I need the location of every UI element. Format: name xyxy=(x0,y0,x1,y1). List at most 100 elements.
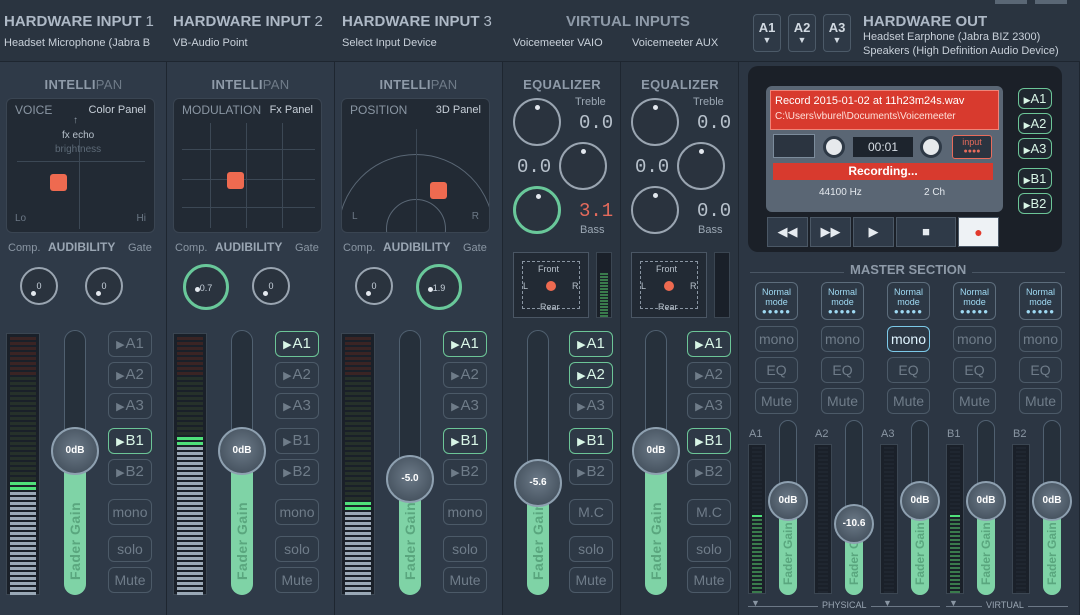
gate-knob[interactable]: 1.9 xyxy=(416,264,462,310)
bus-b2-button[interactable]: ▶B2 xyxy=(275,459,319,485)
bus-b1-button[interactable]: ▶B1 xyxy=(687,428,731,454)
pad-cursor[interactable] xyxy=(430,182,447,199)
mc-button[interactable]: M.C xyxy=(687,499,731,525)
speaker-cursor[interactable] xyxy=(546,281,556,291)
pad-panel-button[interactable]: 3D Panel xyxy=(436,104,481,116)
recorder-bus-a2-button[interactable]: ▶A2 xyxy=(1018,113,1052,134)
bus-a3-button[interactable]: ▶A3 xyxy=(443,393,487,419)
master-mono-button[interactable]: mono xyxy=(755,326,798,352)
bus-a2-button[interactable]: ▶A2 xyxy=(443,362,487,388)
rewind-button[interactable]: ◀◀ xyxy=(767,217,808,247)
bus-a3-button[interactable]: ▶A3 xyxy=(275,393,319,419)
hw-input-1-title[interactable]: HARDWARE INPUT 1 xyxy=(4,13,154,30)
play-button[interactable]: ▶ xyxy=(853,217,894,247)
hw-input-2-title[interactable]: HARDWARE INPUT 2 xyxy=(173,13,323,30)
bus-b2-button[interactable]: ▶B2 xyxy=(687,459,731,485)
speaker-cursor[interactable] xyxy=(664,281,674,291)
master-mono-button[interactable]: mono xyxy=(821,326,864,352)
bus-a1-button[interactable]: ▶A1 xyxy=(443,331,487,357)
bus-a1-button[interactable]: ▶A1 xyxy=(108,331,152,357)
bus-a3-button[interactable]: ▶A3 xyxy=(687,393,731,419)
fader-knob[interactable]: 0dB xyxy=(51,426,99,475)
master-mute-button[interactable]: Mute xyxy=(887,388,930,414)
hw-input-3-title[interactable]: HARDWARE INPUT 3 xyxy=(342,13,492,30)
recorder-sample-rate[interactable]: 44100 Hz xyxy=(819,187,862,198)
bus-a3-button[interactable]: ▶A3 xyxy=(108,393,152,419)
bus-fader-knob[interactable]: -10.6 xyxy=(834,503,874,544)
bass-knob[interactable] xyxy=(631,186,679,234)
master-eq-button[interactable]: EQ xyxy=(821,357,864,383)
comp-knob[interactable]: 0 xyxy=(20,267,58,305)
solo-button[interactable]: solo xyxy=(108,536,152,562)
bus-a3-button[interactable]: ▶A3 xyxy=(569,393,613,419)
bus-fader-knob[interactable]: 0dB xyxy=(966,480,1006,521)
recorder-bus-b2-button[interactable]: ▶B2 xyxy=(1018,193,1052,214)
gate-knob[interactable]: 0 xyxy=(252,267,290,305)
bus-mode-button[interactable]: Normal mode ●●●●● xyxy=(953,282,996,320)
bus-b2-button[interactable]: ▶B2 xyxy=(443,459,487,485)
bus-mode-button[interactable]: Normal mode ●●●●● xyxy=(887,282,930,320)
mc-button[interactable]: M.C xyxy=(569,499,613,525)
mid-knob[interactable] xyxy=(677,142,725,190)
master-mono-button[interactable]: mono xyxy=(1019,326,1062,352)
pad-cursor[interactable] xyxy=(227,172,244,189)
recorder-bus-a3-button[interactable]: ▶A3 xyxy=(1018,138,1052,159)
speaker-position-panel[interactable]: Front Rear L R xyxy=(513,252,589,318)
record-button[interactable]: ● xyxy=(958,217,999,247)
pad-panel-button[interactable]: Color Panel xyxy=(89,104,146,116)
fader-knob[interactable]: -5.0 xyxy=(386,454,434,503)
speaker-position-panel[interactable]: Front Rear L R xyxy=(631,252,707,318)
bus-a2-button[interactable]: ▶A2 xyxy=(687,362,731,388)
master-eq-button[interactable]: EQ xyxy=(755,357,798,383)
mono-button[interactable]: mono xyxy=(108,499,152,525)
treble-knob[interactable] xyxy=(631,98,679,146)
bus-mode-button[interactable]: Normal mode ●●●●● xyxy=(1019,282,1062,320)
bus-a1-button[interactable]: ▶A1 xyxy=(569,331,613,357)
hw-out-a2-button[interactable]: A2 ▼ xyxy=(788,14,816,52)
mute-button[interactable]: Mute xyxy=(275,567,319,593)
comp-knob[interactable]: 0 xyxy=(355,267,393,305)
pad-cursor[interactable] xyxy=(50,174,67,191)
pad-panel-button[interactable]: Fx Panel xyxy=(270,104,313,116)
stop-button[interactable]: ■ xyxy=(896,217,956,247)
recorder-bus-b1-button[interactable]: ▶B1 xyxy=(1018,168,1052,189)
intellipan-pad[interactable]: MODULATION Fx Panel xyxy=(173,98,322,233)
bus-a2-button[interactable]: ▶A2 xyxy=(275,362,319,388)
fast-forward-button[interactable]: ▶▶ xyxy=(810,217,851,247)
master-mute-button[interactable]: Mute xyxy=(1019,388,1062,414)
bus-b1-button[interactable]: ▶B1 xyxy=(569,428,613,454)
gate-knob[interactable]: 0 xyxy=(85,267,123,305)
bus-mode-button[interactable]: Normal mode ●●●●● xyxy=(755,282,798,320)
solo-button[interactable]: solo xyxy=(687,536,731,562)
hw-input-1-device[interactable]: Headset Microphone (Jabra B xyxy=(4,37,150,49)
bass-knob[interactable] xyxy=(513,186,561,234)
mute-button[interactable]: Mute xyxy=(108,567,152,593)
mute-button[interactable]: Mute xyxy=(443,567,487,593)
bus-a2-button[interactable]: ▶A2 xyxy=(569,362,613,388)
solo-button[interactable]: solo xyxy=(275,536,319,562)
bus-a1-button[interactable]: ▶A1 xyxy=(275,331,319,357)
hw-input-2-device[interactable]: VB-Audio Point xyxy=(173,37,248,49)
master-mono-button[interactable]: mono xyxy=(953,326,996,352)
mute-button[interactable]: Mute xyxy=(569,567,613,593)
recorder-bus-a1-button[interactable]: ▶A1 xyxy=(1018,88,1052,109)
recorder-input-select[interactable]: input ●●●● xyxy=(952,135,992,159)
bus-a1-button[interactable]: ▶A1 xyxy=(687,331,731,357)
bus-b2-button[interactable]: ▶B2 xyxy=(569,459,613,485)
intellipan-pad[interactable]: POSITION 3D Panel L R xyxy=(341,98,490,233)
mono-button[interactable]: mono xyxy=(275,499,319,525)
hw-input-3-device[interactable]: Select Input Device xyxy=(342,37,437,49)
hw-out-a1-button[interactable]: A1 ▼ xyxy=(753,14,781,52)
bus-b1-button[interactable]: ▶B1 xyxy=(275,428,319,454)
master-mono-button[interactable]: mono xyxy=(887,326,930,352)
master-eq-button[interactable]: EQ xyxy=(887,357,930,383)
comp-knob[interactable]: 0.7 xyxy=(183,264,229,310)
bus-fader-knob[interactable]: 0dB xyxy=(768,480,808,521)
hw-out-a3-button[interactable]: A3 ▼ xyxy=(823,14,851,52)
fader-knob[interactable]: 0dB xyxy=(632,426,680,475)
window-control[interactable] xyxy=(1035,0,1067,4)
fader-knob[interactable]: -5.6 xyxy=(514,459,562,507)
treble-knob[interactable] xyxy=(513,98,561,146)
bus-b2-button[interactable]: ▶B2 xyxy=(108,459,152,485)
window-control[interactable] xyxy=(995,0,1027,4)
